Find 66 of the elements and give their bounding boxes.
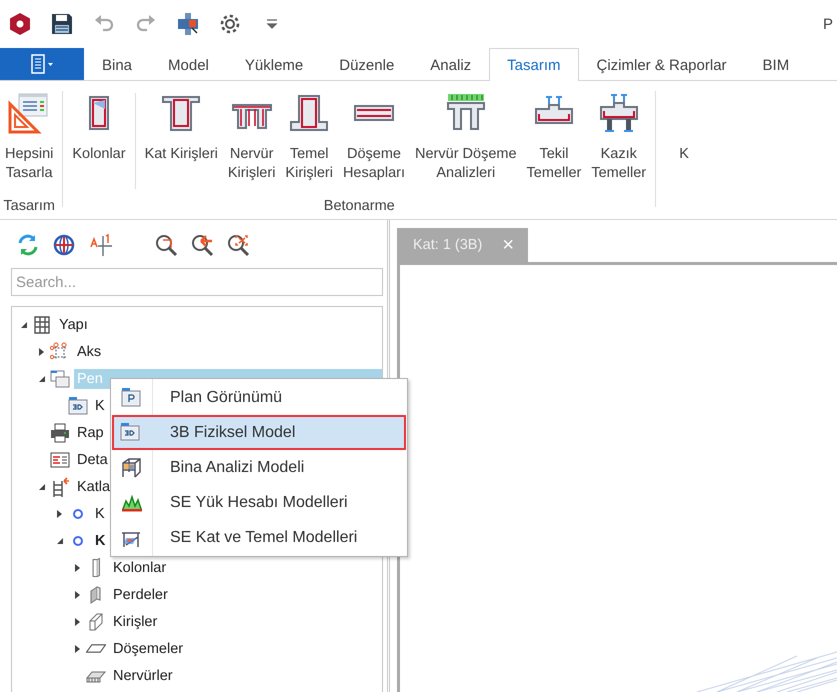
app-logo-icon [8, 12, 32, 36]
group-label: Betonarme [324, 197, 395, 214]
ribbon-button[interactable]: Tekil Temeller [522, 81, 586, 195]
tree-item[interactable]: Yapı [56, 314, 91, 334]
ribbon-tab[interactable]: Çizimler & Raporlar [578, 48, 745, 81]
ribbon-button[interactable]: Temel Kirişleri [280, 81, 338, 195]
ribbon-button[interactable]: K [660, 81, 712, 195]
cross-section-icon[interactable] [176, 12, 200, 36]
group-label: Tasarım [3, 197, 55, 214]
ribbon-tab[interactable]: Analiz [412, 48, 490, 81]
ribbon-button[interactable]: Nervür Döşeme Analizleri [410, 81, 522, 195]
slab-icon [86, 644, 106, 653]
ribbon-button[interactable]: Kolonlar [67, 81, 131, 195]
ribbon-button[interactable]: Kat Kirişleri [140, 81, 223, 195]
collapse-arrow-icon[interactable] [19, 320, 29, 330]
zoom-window-icon[interactable] [154, 233, 178, 257]
tree-item[interactable]: K [92, 530, 108, 550]
refresh-icon[interactable] [16, 233, 40, 257]
collapse-arrow-icon[interactable] [37, 482, 47, 492]
save-icon[interactable] [50, 12, 74, 36]
tree-item[interactable]: Kolonlar [110, 558, 170, 578]
plan-view-icon [120, 386, 142, 408]
ribbon-button[interactable]: Hepsini Tasarla [0, 81, 58, 195]
settings-icon[interactable] [218, 12, 242, 36]
tree-item[interactable]: Perdeler [110, 584, 171, 604]
view-3d-icon [68, 396, 88, 416]
tree-item[interactable]: Aks [74, 342, 104, 362]
frame-model-icon [120, 456, 142, 478]
axis-label-icon[interactable] [88, 233, 112, 257]
menu-item[interactable]: SE Kat ve Temel Modelleri [112, 520, 406, 555]
building-grid-icon [32, 314, 52, 334]
tree-item[interactable]: Deta [74, 450, 111, 470]
tree-item[interactable]: Nervürler [110, 666, 176, 686]
printer-icon [50, 422, 70, 442]
tree-item[interactable]: Katla [74, 476, 114, 496]
detail-sheet-icon [50, 450, 70, 470]
ribbon-tab[interactable]: Model [150, 48, 227, 81]
tree-item[interactable]: K [92, 504, 108, 524]
tree-item[interactable]: Döşemeler [110, 638, 186, 658]
zoom-previous-icon[interactable] [190, 233, 214, 257]
collapse-arrow-icon[interactable] [55, 536, 65, 546]
menu-item[interactable]: 3B Fiziksel Model [112, 415, 406, 450]
search-field[interactable]: Search... [11, 268, 383, 296]
tree-item[interactable]: K [92, 396, 108, 416]
tree-item[interactable]: Kirişler [110, 612, 160, 632]
column-icon [92, 558, 100, 577]
ribbon-button[interactable]: Nervür Kirişleri [222, 81, 280, 195]
view-3d-icon [120, 422, 142, 444]
globe-icon[interactable] [52, 233, 76, 257]
menu-icon [30, 54, 54, 74]
ribbon-tab[interactable]: Bina [84, 48, 150, 81]
ribbon-tab[interactable]: Tasarım [489, 48, 578, 81]
ribbon-tab[interactable]: Düzenle [321, 48, 412, 81]
windows-icon [50, 368, 70, 388]
ribbon-tab[interactable]: Yükleme [226, 48, 322, 81]
zoom-extents-icon[interactable] [226, 233, 250, 257]
collapse-arrow-icon[interactable] [37, 374, 47, 384]
menu-item[interactable]: Bina Analizi Modeli [112, 450, 406, 485]
tree-item[interactable]: Rap [74, 422, 107, 442]
menu-item[interactable]: SE Yük Hesabı Modelleri [112, 485, 406, 520]
menu-item[interactable]: Plan Görünümü [112, 380, 406, 415]
file-menu-button[interactable] [0, 48, 84, 80]
ribbon-button[interactable]: Kazık Temeller [586, 81, 652, 195]
window-title: P [822, 16, 833, 32]
ribbon-tab[interactable]: BIM [744, 48, 808, 81]
ribbon-button[interactable]: Döşeme Hesapları [338, 81, 410, 195]
